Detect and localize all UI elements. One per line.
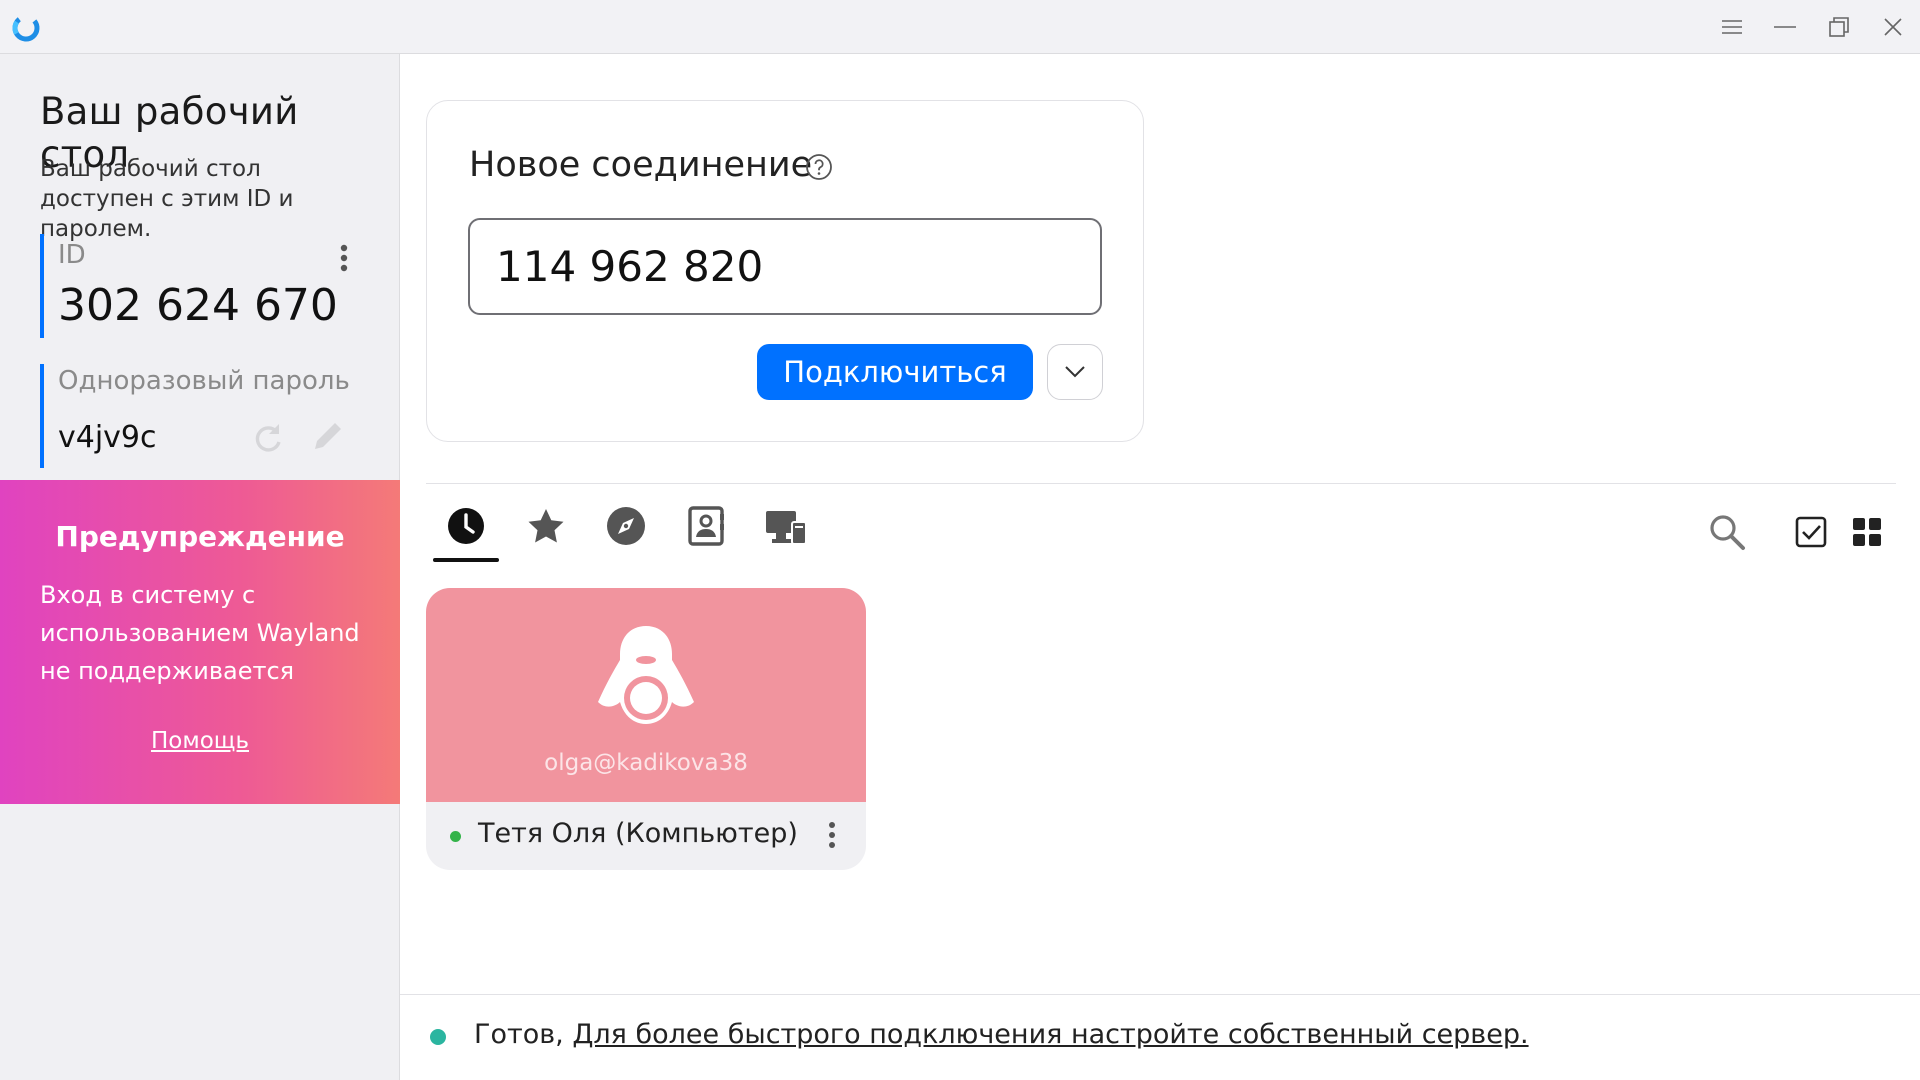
peer-card[interactable]: olga@kadikova38 Тетя Оля (Компьютер) (426, 588, 866, 870)
setup-server-link[interactable]: Для более быстрого подключения настройте… (572, 1019, 1528, 1050)
restore-button[interactable] (1819, 7, 1859, 47)
devices-icon (766, 511, 807, 545)
password-label: Одноразовый пароль (58, 366, 350, 396)
tab-recent-sessions[interactable] (433, 506, 499, 564)
password-section: Одноразовый пароль v4jv9c (40, 364, 364, 468)
peer-footer: Тетя Оля (Компьютер) (426, 802, 866, 870)
tab-address-book[interactable] (673, 506, 739, 564)
hamburger-icon (1722, 20, 1742, 34)
peer-more-options-icon[interactable] (820, 818, 844, 854)
contacts-icon (688, 506, 724, 546)
divider (426, 483, 1896, 484)
select-mode-button[interactable] (1787, 508, 1835, 556)
tab-discovered[interactable] (593, 506, 659, 564)
new-connection-title: Новое соединение (469, 145, 813, 185)
title-bar (0, 0, 1920, 54)
warning-title: Предупреждение (55, 520, 345, 553)
more-options-icon[interactable] (332, 240, 356, 280)
grid-view-icon (1853, 518, 1881, 546)
status-bar: Готов, Для более быстрого подключения на… (400, 994, 1920, 1080)
ready-status-dot (430, 1029, 446, 1045)
linux-penguin-icon (598, 626, 694, 724)
help-link[interactable]: Помощь (0, 728, 400, 754)
status-text-line: Готов, Для более быстрого подключения на… (474, 1019, 1529, 1050)
refresh-icon[interactable] (250, 420, 286, 456)
edit-pencil-icon[interactable] (310, 418, 346, 454)
menu-button[interactable] (1712, 7, 1752, 47)
compass-icon (607, 507, 645, 545)
tab-favorites[interactable] (513, 506, 579, 564)
id-section: ID 302 624 670 (40, 234, 364, 338)
peer-thumbnail[interactable]: olga@kadikova38 (426, 588, 866, 802)
wayland-warning-banner: Предупреждение Вход в систему с использо… (0, 480, 400, 804)
connect-button[interactable]: Подключиться (757, 344, 1033, 400)
minimize-button[interactable] (1765, 7, 1805, 47)
star-icon (528, 509, 564, 543)
status-text: Готов, (474, 1019, 564, 1050)
tab-devices[interactable] (753, 506, 819, 564)
connect-options-button[interactable] (1047, 344, 1103, 400)
id-label: ID (58, 240, 86, 270)
new-connection-card: Новое соединение Подключиться (426, 100, 1144, 442)
restore-icon (1829, 17, 1849, 37)
app-logo-icon (12, 14, 40, 42)
peer-username: olga@kadikova38 (544, 750, 748, 776)
minimize-icon (1774, 26, 1796, 28)
chevron-down-icon (1065, 366, 1085, 378)
grid-view-button[interactable] (1843, 508, 1891, 556)
main-panel: Новое соединение Подключиться (400, 54, 1920, 1080)
search-button[interactable] (1703, 508, 1751, 556)
checkbox-icon (1795, 516, 1827, 548)
search-icon (1710, 515, 1745, 550)
id-value[interactable]: 302 624 670 (58, 280, 338, 331)
clock-icon (448, 508, 484, 544)
remote-id-input[interactable] (468, 218, 1102, 315)
help-circle-icon[interactable] (805, 153, 833, 181)
sidebar-description: Ваш рабочий стол доступен с этим ID и па… (40, 156, 294, 242)
close-button[interactable] (1873, 7, 1913, 47)
warning-text: Вход в систему с использованием Wayland … (40, 581, 360, 685)
peer-name: Тетя Оля (Компьютер) (478, 818, 798, 849)
password-value[interactable]: v4jv9c (58, 420, 157, 455)
close-icon (1884, 18, 1902, 36)
online-status-dot (450, 831, 461, 842)
